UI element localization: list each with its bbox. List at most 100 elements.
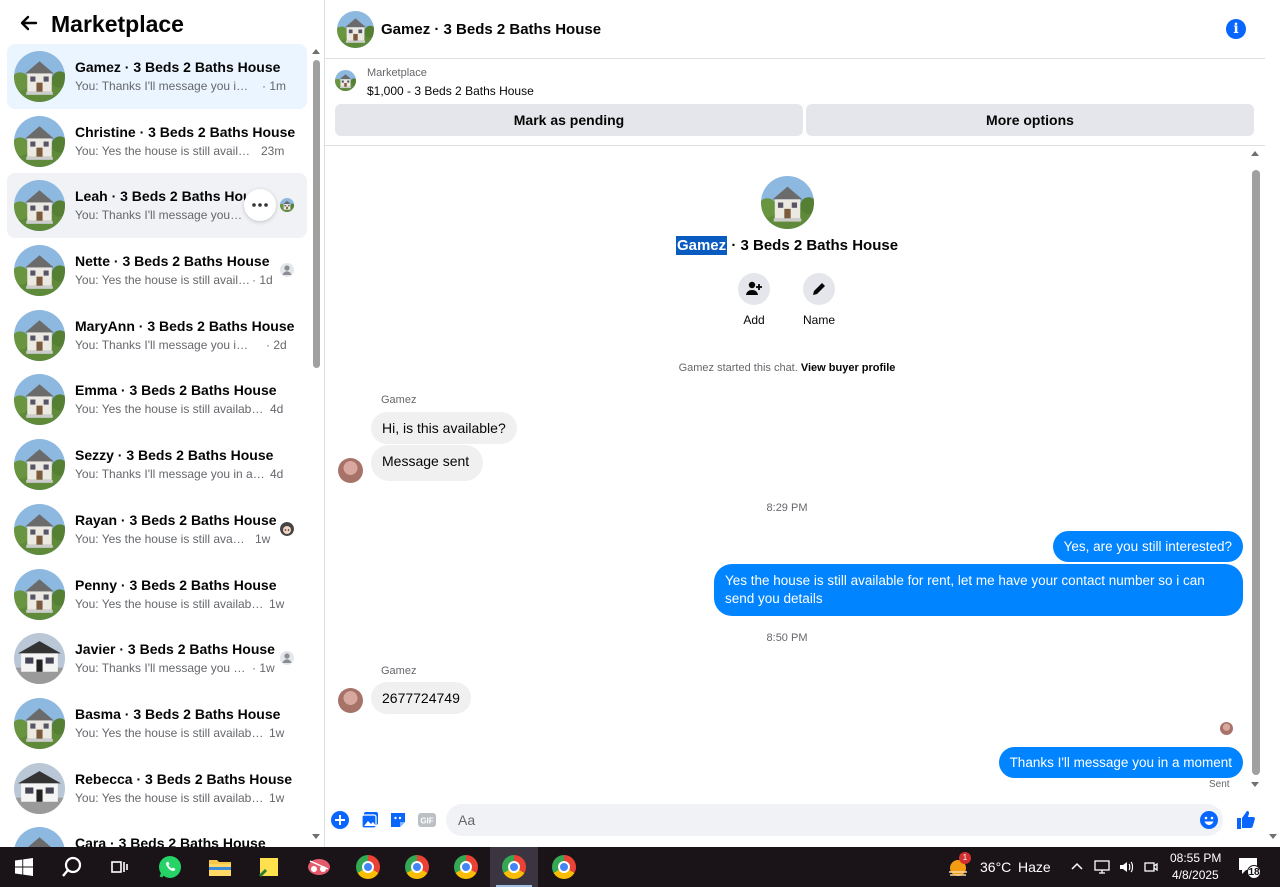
scroll-up-arrow-icon[interactable]: [1251, 151, 1259, 156]
page-scrollbar[interactable]: [1267, 0, 1280, 847]
message-bubble-incoming[interactable]: Hi, is this available?: [371, 412, 517, 444]
conversation-item[interactable]: Penny · 3 Beds 2 Baths House You: Yes th…: [7, 562, 307, 627]
conversation-item[interactable]: Nette · 3 Beds 2 Baths House You: Yes th…: [7, 238, 307, 303]
conversation-item[interactable]: Christine · 3 Beds 2 Baths House You: Ye…: [7, 109, 307, 174]
chat-started-note: Gamez started this chat. View buyer prof…: [325, 362, 1249, 374]
sidebar-scrollbar[interactable]: [312, 46, 321, 844]
chrome-profile-2-icon[interactable]: [393, 847, 441, 887]
gif-icon[interactable]: GIF: [417, 810, 437, 830]
emoji-icon[interactable]: [1199, 810, 1219, 835]
add-person-icon[interactable]: [738, 273, 770, 305]
conversation-item[interactable]: Basma · 3 Beds 2 Baths House You: Yes th…: [7, 691, 307, 756]
scroll-down-arrow-icon[interactable]: [1251, 782, 1259, 787]
chat-title[interactable]: Gamez · 3 Beds 2 Baths House: [381, 21, 601, 38]
mark-as-pending-button[interactable]: Mark as pending: [335, 104, 803, 136]
conversation-item[interactable]: Sezzy · 3 Beds 2 Baths House You: Thanks…: [7, 432, 307, 497]
weather-description[interactable]: Haze: [1018, 859, 1051, 875]
conversation-name: MaryAnn · 3 Beds 2 Baths House: [75, 317, 295, 334]
conversation-item[interactable]: MaryAnn · 3 Beds 2 Baths House You: Than…: [7, 303, 307, 368]
windows-start-icon[interactable]: [0, 847, 48, 887]
conversation-item[interactable]: Cara · 3 Beds 2 Baths House: [7, 820, 307, 847]
conversation-title-rest: · 3 Beds 2 Baths House: [727, 237, 899, 254]
meet-now-icon[interactable]: [1143, 859, 1159, 880]
name-action[interactable]: Name: [789, 273, 849, 327]
windows-taskbar: 1 36°C Haze 08:55 PM 4/8/2025 18: [0, 847, 1280, 887]
conversation-item[interactable]: Gamez · 3 Beds 2 Baths House You: Thanks…: [7, 44, 307, 109]
buyer-avatar[interactable]: [338, 688, 363, 713]
conversation-preview: You: Yes the house is still available ..…: [75, 596, 265, 611]
message-bubble-incoming[interactable]: Message sent: [371, 445, 484, 481]
more-options-button[interactable]: More options: [806, 104, 1254, 136]
buyer-avatar[interactable]: [338, 458, 363, 483]
message-bubble-outgoing[interactable]: Yes, are you still interested?: [1052, 531, 1243, 562]
chrome-profile-4-icon[interactable]: [490, 847, 538, 887]
search-icon[interactable]: [48, 847, 96, 887]
chat-header: Gamez · 3 Beds 2 Baths House i: [325, 0, 1265, 59]
chrome-profile-5-icon[interactable]: [540, 847, 588, 887]
listing-thumbnail: [14, 633, 65, 684]
notification-count: 18: [1247, 865, 1261, 879]
thumbs-up-icon[interactable]: [1235, 809, 1255, 829]
default-person-icon: [280, 651, 294, 666]
file-explorer-icon[interactable]: [196, 847, 244, 887]
chrome-profile-3-icon[interactable]: [442, 847, 490, 887]
listing-thumbnail[interactable]: [335, 70, 356, 91]
clock-time[interactable]: 08:55 PM: [1170, 851, 1221, 865]
conversation-time: · 1w: [252, 661, 275, 676]
snipping-tool-icon[interactable]: [295, 847, 343, 887]
message-input[interactable]: [458, 810, 1178, 830]
listing-price-title[interactable]: $1,000 - 3 Beds 2 Baths House: [367, 84, 534, 98]
weather-temperature[interactable]: 36°C: [980, 859, 1011, 875]
conversation-item[interactable]: Javier · 3 Beds 2 Baths House You: Thank…: [7, 626, 307, 691]
conversation-preview: You: Yes the house is still available ..…: [75, 725, 265, 740]
conversation-name: Javier · 3 Beds 2 Baths House: [75, 641, 275, 658]
pencil-icon[interactable]: [803, 273, 835, 305]
view-buyer-profile-link[interactable]: View buyer profile: [801, 362, 896, 374]
chrome-profile-1-icon[interactable]: [344, 847, 392, 887]
plus-icon[interactable]: [330, 810, 350, 830]
conversation-time: 1w: [269, 790, 285, 805]
conversation-item[interactable]: Emma · 3 Beds 2 Baths House You: Yes the…: [7, 367, 307, 432]
scroll-down-arrow-icon[interactable]: [312, 834, 320, 839]
clock-date[interactable]: 4/8/2025: [1172, 868, 1219, 882]
photo-icon[interactable]: [360, 810, 380, 830]
default-person-icon: [280, 263, 294, 278]
listing-thumbnail: [14, 245, 65, 296]
back-arrow-icon[interactable]: [14, 8, 44, 38]
seen-avatar-icon: [280, 198, 294, 212]
conversation-title: Gamez · 3 Beds 2 Baths House: [325, 236, 1249, 255]
conversation-item[interactable]: Leah · 3 Beds 2 Baths House You: Thanks …: [7, 173, 307, 239]
chat-scrollbar[interactable]: [1251, 150, 1261, 790]
sidebar-header: Marketplace: [0, 0, 324, 44]
weather-icon[interactable]: 1: [946, 852, 971, 879]
info-icon[interactable]: i: [1226, 19, 1246, 39]
chat-avatar[interactable]: [337, 11, 374, 48]
sidebar-scroll-thumb[interactable]: [313, 60, 320, 368]
conversation-more-button[interactable]: [244, 189, 276, 222]
chat-scroll-thumb[interactable]: [1252, 170, 1260, 775]
sticky-notes-icon[interactable]: [245, 847, 293, 887]
notifications-icon[interactable]: 18: [1238, 857, 1261, 880]
conversation-item[interactable]: Rebecca · 3 Beds 2 Baths House You: Yes …: [7, 756, 307, 821]
network-icon[interactable]: [1094, 859, 1110, 880]
message-bubble-outgoing[interactable]: Yes the house is still available for ren…: [714, 564, 1243, 616]
whatsapp-icon[interactable]: [146, 847, 194, 887]
listing-thumbnail: [14, 51, 65, 102]
conversation-item[interactable]: Rayan · 3 Beds 2 Baths House You: Yes th…: [7, 497, 307, 562]
read-receipt-avatar: [1220, 722, 1233, 735]
message-input-box: [446, 804, 1223, 836]
sticker-icon[interactable]: [388, 810, 408, 830]
message-bubble-incoming[interactable]: 2677724749: [371, 682, 471, 714]
volume-icon[interactable]: [1118, 859, 1134, 880]
chevron-up-icon[interactable]: [1070, 859, 1084, 878]
add-action[interactable]: Add: [724, 273, 784, 327]
task-view-icon[interactable]: [96, 847, 144, 887]
listing-banner: Marketplace $1,000 - 3 Beds 2 Baths Hous…: [325, 60, 1265, 146]
scroll-up-arrow-icon[interactable]: [312, 49, 320, 54]
message-bubble-outgoing[interactable]: Thanks I'll message you in a moment: [998, 747, 1243, 778]
page-scroll-down-icon[interactable]: [1269, 834, 1277, 839]
chrome-icon: [552, 855, 576, 879]
message-thread: Gamez · 3 Beds 2 Baths House Add Name Ga…: [325, 147, 1253, 797]
listing-thumbnail: [14, 374, 65, 425]
weather-badge: 1: [959, 852, 971, 864]
